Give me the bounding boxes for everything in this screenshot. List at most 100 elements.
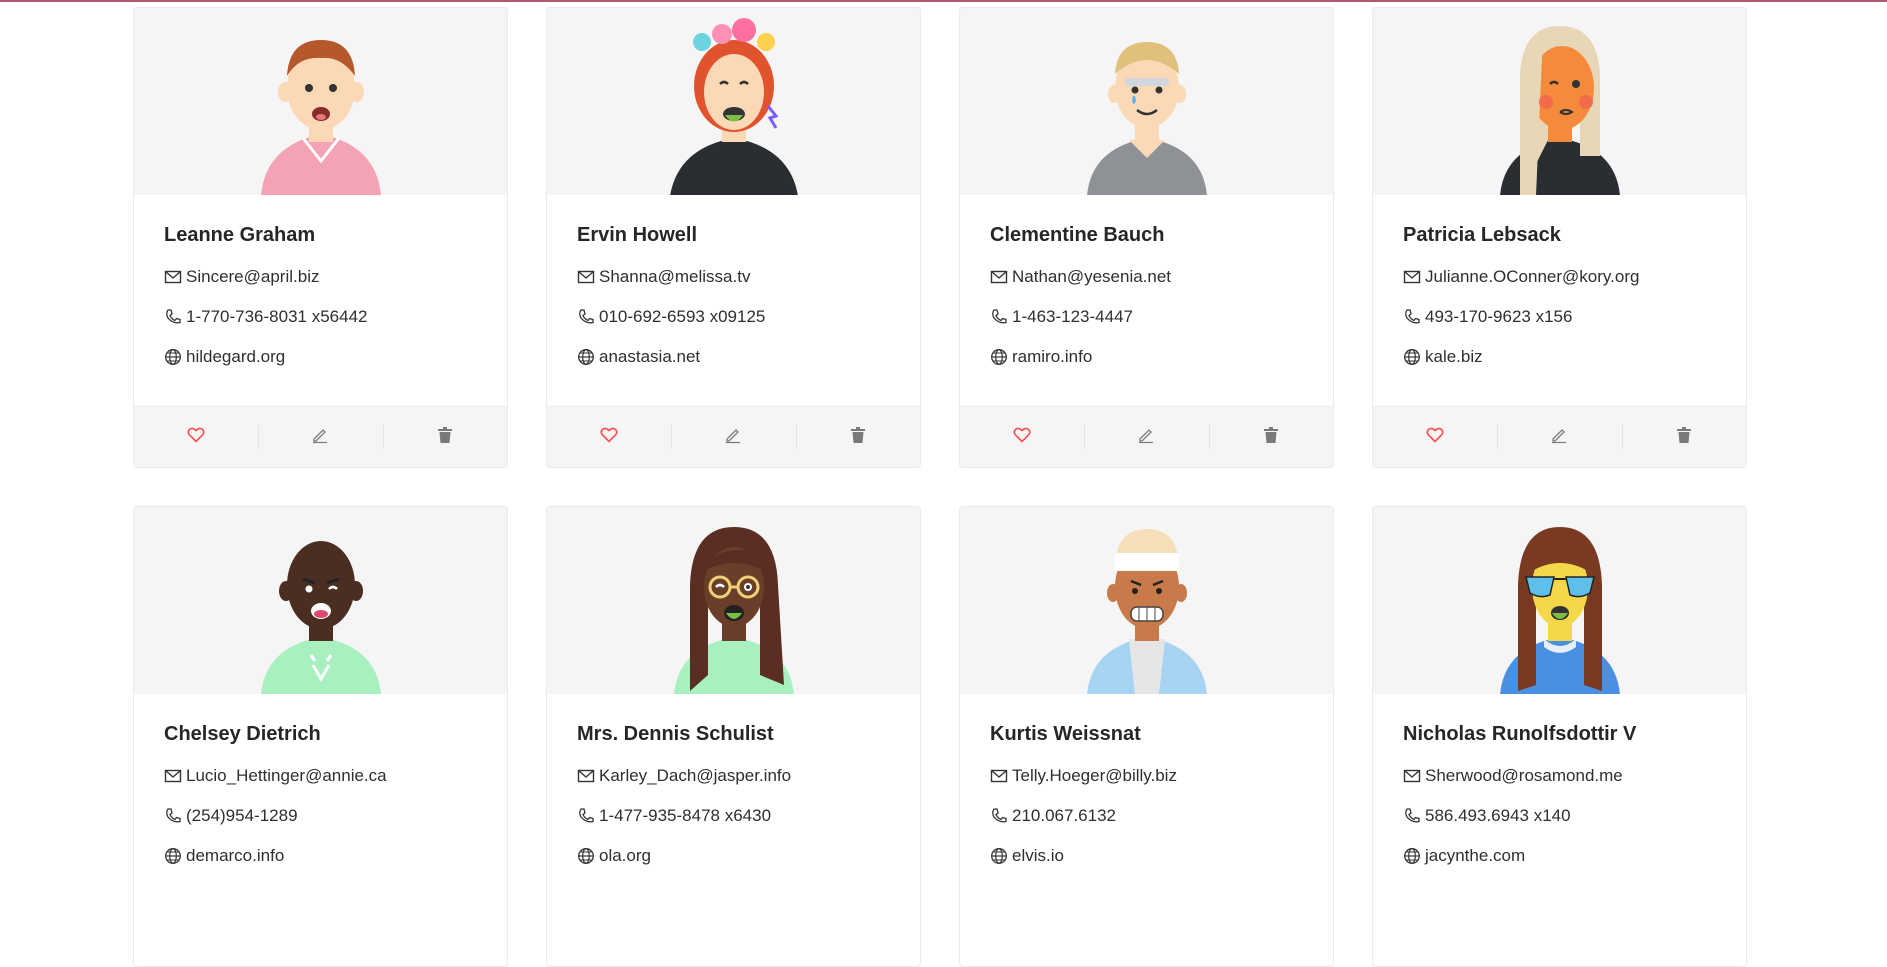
edit-button[interactable] — [1084, 407, 1208, 467]
edit-button[interactable] — [1497, 407, 1621, 467]
user-email[interactable]: Sincere@april.biz — [186, 267, 319, 287]
user-name: Kurtis Weissnat — [990, 723, 1141, 745]
email-row: Nathan@yesenia.net — [990, 267, 1303, 287]
delete-button[interactable] — [1208, 407, 1333, 467]
globe-icon — [164, 847, 182, 865]
user-name: Clementine Bauch — [990, 224, 1165, 246]
user-email[interactable]: Julianne.OConner@kory.org — [1425, 267, 1639, 287]
user-name: Patricia Lebsack — [1403, 224, 1561, 246]
edit-icon — [311, 426, 329, 449]
user-name: Nicholas Runolfsdottir V — [1403, 723, 1637, 745]
user-phone[interactable]: (254)954-1289 — [186, 806, 298, 826]
mail-icon — [1403, 268, 1421, 286]
card-actions — [1373, 406, 1746, 467]
user-card: Clementine Bauch Nathan@yesenia.net 1-46… — [959, 7, 1334, 468]
website-row: ramiro.info — [990, 347, 1303, 367]
website-row: elvis.io — [990, 846, 1303, 866]
user-card: Leanne Graham Sincere@april.biz 1-770-73… — [133, 7, 508, 468]
user-phone[interactable]: 210.067.6132 — [1012, 806, 1116, 826]
edit-button[interactable] — [671, 407, 795, 467]
like-button[interactable] — [960, 407, 1084, 467]
user-email[interactable]: Karley_Dach@jasper.info — [599, 766, 791, 786]
email-row: Karley_Dach@jasper.info — [577, 766, 890, 786]
user-website[interactable]: elvis.io — [1012, 846, 1064, 866]
user-website[interactable]: kale.biz — [1425, 347, 1483, 367]
user-email[interactable]: Shanna@melissa.tv — [599, 267, 750, 287]
website-row: jacynthe.com — [1403, 846, 1716, 866]
delete-icon — [437, 426, 453, 449]
website-row: ola.org — [577, 846, 890, 866]
user-card-grid: Leanne Graham Sincere@april.biz 1-770-73… — [133, 7, 1747, 967]
phone-row: 210.067.6132 — [990, 806, 1303, 826]
user-card: Kurtis Weissnat Telly.Hoeger@billy.biz 2… — [959, 506, 1334, 967]
delete-button[interactable] — [1621, 407, 1746, 467]
mail-icon — [1403, 767, 1421, 785]
like-button[interactable] — [134, 407, 258, 467]
website-row: demarco.info — [164, 846, 477, 866]
phone-row: 1-463-123-4447 — [990, 307, 1303, 327]
globe-icon — [577, 348, 595, 366]
phone-row: (254)954-1289 — [164, 806, 477, 826]
avatar — [134, 507, 507, 694]
like-button[interactable] — [547, 407, 671, 467]
user-website[interactable]: jacynthe.com — [1425, 846, 1525, 866]
avatar — [1373, 8, 1746, 195]
avatar — [1373, 507, 1746, 694]
globe-icon — [1403, 348, 1421, 366]
avatar — [960, 8, 1333, 195]
user-website[interactable]: hildegard.org — [186, 347, 285, 367]
mail-icon — [164, 767, 182, 785]
user-email[interactable]: Nathan@yesenia.net — [1012, 267, 1171, 287]
email-row: Shanna@melissa.tv — [577, 267, 890, 287]
delete-button[interactable] — [382, 407, 507, 467]
user-phone[interactable]: 586.493.6943 x140 — [1425, 806, 1571, 826]
globe-icon — [990, 348, 1008, 366]
user-phone[interactable]: 1-463-123-4447 — [1012, 307, 1133, 327]
avatar — [547, 507, 920, 694]
email-row: Sincere@april.biz — [164, 267, 477, 287]
user-email[interactable]: Sherwood@rosamond.me — [1425, 766, 1623, 786]
user-website[interactable]: ramiro.info — [1012, 347, 1092, 367]
mail-icon — [577, 268, 595, 286]
heart-icon — [600, 427, 618, 448]
user-card: Chelsey Dietrich Lucio_Hettinger@annie.c… — [133, 506, 508, 967]
phone-row: 586.493.6943 x140 — [1403, 806, 1716, 826]
user-card: Patricia Lebsack Julianne.OConner@kory.o… — [1372, 7, 1747, 468]
user-name: Mrs. Dennis Schulist — [577, 723, 774, 745]
mail-icon — [577, 767, 595, 785]
globe-icon — [990, 847, 1008, 865]
user-email[interactable]: Telly.Hoeger@billy.biz — [1012, 766, 1177, 786]
card-actions — [547, 406, 920, 467]
phone-icon — [164, 807, 182, 825]
user-phone[interactable]: 1-477-935-8478 x6430 — [599, 806, 771, 826]
card-actions — [134, 406, 507, 467]
globe-icon — [577, 847, 595, 865]
email-row: Telly.Hoeger@billy.biz — [990, 766, 1303, 786]
phone-row: 010-692-6593 x09125 — [577, 307, 890, 327]
user-phone[interactable]: 493-170-9623 x156 — [1425, 307, 1572, 327]
user-website[interactable]: demarco.info — [186, 846, 284, 866]
user-email[interactable]: Lucio_Hettinger@annie.ca — [186, 766, 387, 786]
website-row: anastasia.net — [577, 347, 890, 367]
user-phone[interactable]: 010-692-6593 x09125 — [599, 307, 765, 327]
user-card: Nicholas Runolfsdottir V Sherwood@rosamo… — [1372, 506, 1747, 967]
email-row: Sherwood@rosamond.me — [1403, 766, 1716, 786]
user-phone[interactable]: 1-770-736-8031 x56442 — [186, 307, 367, 327]
phone-icon — [1403, 308, 1421, 326]
avatar — [960, 507, 1333, 694]
email-row: Julianne.OConner@kory.org — [1403, 267, 1716, 287]
avatar — [547, 8, 920, 195]
user-website[interactable]: ola.org — [599, 846, 651, 866]
website-row: kale.biz — [1403, 347, 1716, 367]
heart-icon — [1013, 427, 1031, 448]
delete-icon — [1676, 426, 1692, 449]
phone-icon — [577, 807, 595, 825]
edit-button[interactable] — [258, 407, 382, 467]
phone-icon — [990, 807, 1008, 825]
delete-button[interactable] — [795, 407, 920, 467]
like-button[interactable] — [1373, 407, 1497, 467]
user-card: Mrs. Dennis Schulist Karley_Dach@jasper.… — [546, 506, 921, 967]
user-name: Leanne Graham — [164, 224, 316, 246]
user-website[interactable]: anastasia.net — [599, 347, 700, 367]
user-name: Ervin Howell — [577, 224, 698, 246]
